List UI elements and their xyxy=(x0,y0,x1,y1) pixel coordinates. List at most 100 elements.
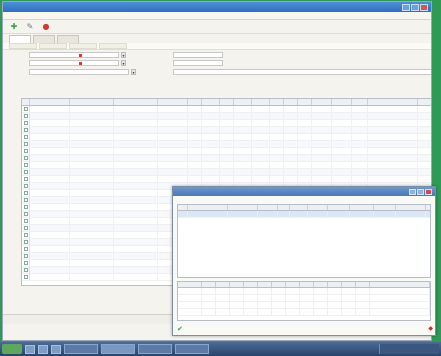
taskbar-item[interactable] xyxy=(138,344,172,354)
row-checkbox[interactable] xyxy=(22,232,30,238)
table-row[interactable] xyxy=(22,113,431,120)
row-checkbox[interactable] xyxy=(22,267,30,273)
table-row[interactable] xyxy=(22,120,431,127)
table-row[interactable] xyxy=(178,288,430,295)
column-header[interactable] xyxy=(342,282,356,287)
column-header[interactable] xyxy=(314,282,328,287)
column-header[interactable] xyxy=(270,99,284,105)
row-checkbox[interactable] xyxy=(22,246,30,252)
chevron-down-icon[interactable]: ▾ xyxy=(121,52,126,58)
column-header[interactable] xyxy=(350,205,374,210)
subtab-4[interactable] xyxy=(99,43,127,49)
row-checkbox[interactable] xyxy=(22,134,30,140)
row-checkbox[interactable] xyxy=(22,176,30,182)
maximize-button[interactable] xyxy=(411,3,419,11)
subtab-1[interactable] xyxy=(9,43,37,49)
row-checkbox[interactable] xyxy=(22,183,30,189)
quicklaunch-icon[interactable] xyxy=(38,344,48,354)
column-header[interactable] xyxy=(70,99,114,105)
delete-icon[interactable]: ● xyxy=(41,22,51,32)
menu-item[interactable] xyxy=(22,14,32,17)
column-header[interactable] xyxy=(352,99,368,105)
row-checkbox[interactable] xyxy=(22,162,30,168)
taskbar-item[interactable] xyxy=(101,344,135,354)
start-button[interactable] xyxy=(2,344,22,354)
column-header[interactable] xyxy=(188,205,228,210)
filter-field[interactable] xyxy=(29,60,119,66)
column-header[interactable] xyxy=(312,99,332,105)
column-header[interactable] xyxy=(22,99,30,105)
tab-2[interactable] xyxy=(33,35,55,43)
column-header[interactable] xyxy=(230,282,244,287)
row-checkbox[interactable] xyxy=(22,211,30,217)
dialog-title-bar[interactable] xyxy=(173,187,435,196)
filter-field[interactable] xyxy=(173,60,223,66)
subtab-2[interactable] xyxy=(39,43,67,49)
column-header[interactable] xyxy=(158,99,188,105)
column-header[interactable] xyxy=(278,205,290,210)
table-row[interactable] xyxy=(178,211,430,218)
quicklaunch-icon[interactable] xyxy=(51,344,61,354)
column-header[interactable] xyxy=(356,282,370,287)
column-header[interactable] xyxy=(286,282,300,287)
column-header[interactable] xyxy=(244,282,258,287)
row-checkbox[interactable] xyxy=(22,218,30,224)
table-row[interactable] xyxy=(22,162,431,169)
row-checkbox[interactable] xyxy=(22,113,30,119)
column-header[interactable] xyxy=(300,282,314,287)
row-checkbox[interactable] xyxy=(22,106,30,112)
row-checkbox[interactable] xyxy=(22,225,30,231)
column-header[interactable] xyxy=(252,99,270,105)
close-button[interactable] xyxy=(420,3,428,11)
column-header[interactable] xyxy=(368,99,418,105)
taskbar-item[interactable] xyxy=(64,344,98,354)
row-checkbox[interactable] xyxy=(22,120,30,126)
dialog-top-grid[interactable] xyxy=(177,204,431,278)
table-row[interactable] xyxy=(22,106,431,113)
column-header[interactable] xyxy=(328,282,342,287)
filter-field[interactable] xyxy=(173,52,223,58)
column-header[interactable] xyxy=(290,205,308,210)
chevron-down-icon[interactable]: ▾ xyxy=(121,60,126,66)
column-header[interactable] xyxy=(374,205,396,210)
column-header[interactable] xyxy=(202,99,220,105)
row-checkbox[interactable] xyxy=(22,169,30,175)
table-row[interactable] xyxy=(22,127,431,134)
column-header[interactable] xyxy=(258,282,272,287)
title-bar[interactable] xyxy=(3,2,431,12)
tab-1[interactable] xyxy=(9,35,31,43)
confirm-check-icon[interactable]: ✔ xyxy=(177,325,183,333)
column-header[interactable] xyxy=(370,282,430,287)
table-row[interactable] xyxy=(22,134,431,141)
column-header[interactable] xyxy=(308,205,328,210)
menu-item[interactable] xyxy=(38,14,48,17)
filter-field[interactable] xyxy=(29,52,119,58)
column-header[interactable] xyxy=(228,205,258,210)
table-row[interactable] xyxy=(178,295,430,302)
row-checkbox[interactable] xyxy=(22,141,30,147)
column-header[interactable] xyxy=(202,282,216,287)
maximize-button[interactable] xyxy=(417,188,424,195)
row-checkbox[interactable] xyxy=(22,127,30,133)
taskbar-item[interactable] xyxy=(175,344,209,354)
row-checkbox[interactable] xyxy=(22,274,30,280)
tab-3[interactable] xyxy=(57,35,79,43)
column-header[interactable] xyxy=(396,205,426,210)
row-checkbox[interactable] xyxy=(22,239,30,245)
row-checkbox[interactable] xyxy=(22,197,30,203)
row-checkbox[interactable] xyxy=(22,148,30,154)
dialog-bottom-grid[interactable] xyxy=(177,281,431,321)
column-header[interactable] xyxy=(328,205,350,210)
table-row[interactable] xyxy=(22,169,431,176)
add-icon[interactable]: ✚ xyxy=(9,22,19,32)
row-checkbox[interactable] xyxy=(22,253,30,259)
minimize-button[interactable] xyxy=(409,188,416,195)
filter-field[interactable] xyxy=(173,69,431,75)
edit-icon[interactable]: ✎ xyxy=(25,22,35,32)
row-checkbox[interactable] xyxy=(22,204,30,210)
row-checkbox[interactable] xyxy=(22,190,30,196)
column-header[interactable] xyxy=(114,99,158,105)
row-checkbox[interactable] xyxy=(22,155,30,161)
column-header[interactable] xyxy=(30,99,70,105)
column-header[interactable] xyxy=(188,99,202,105)
